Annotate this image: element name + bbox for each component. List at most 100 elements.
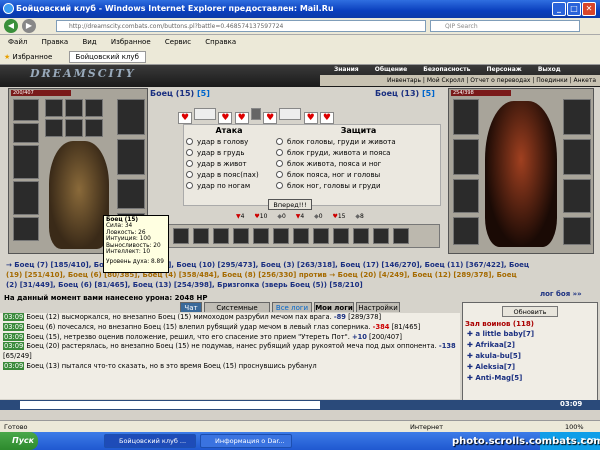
game-header: DREAMSCITY Знания Общение Безопасность П… (0, 65, 600, 87)
heart-icon[interactable]: ♥ (218, 112, 233, 124)
refresh-button[interactable]: Обновить (502, 306, 558, 317)
forward-arrow-icon[interactable]: ▶ (22, 19, 36, 33)
menu-tools[interactable]: Сервис (165, 38, 191, 46)
task-info[interactable]: Информация о Dar... (200, 434, 292, 448)
shield-slot[interactable] (117, 139, 145, 175)
url-input[interactable]: http://dreamscity.combats.com/buttons.pl… (56, 20, 426, 32)
menu-help[interactable]: Справка (205, 38, 236, 46)
ring-slot-2[interactable] (85, 99, 103, 117)
nav-exit[interactable]: Выход (538, 66, 561, 73)
slot-box[interactable] (279, 108, 302, 120)
roster-panel: Обновить Зал воинов (118) ✚ a little bab… (462, 302, 598, 402)
counter-1: 4 (240, 213, 245, 220)
skill-slot-4[interactable] (233, 228, 249, 244)
tab-my-logs[interactable]: Мои логи (314, 302, 354, 312)
amulet-slot[interactable] (45, 99, 63, 117)
skill-slot-12[interactable] (393, 228, 409, 244)
battle-log-link[interactable]: лог боя »» (540, 290, 582, 298)
skill-slot-9[interactable] (333, 228, 349, 244)
roster-item[interactable]: ✚ Aleksia[7] (467, 362, 597, 373)
bracer-slot[interactable] (13, 123, 39, 143)
maximize-button[interactable]: □ (567, 2, 581, 16)
opp-gloves-slot[interactable] (563, 99, 591, 135)
scroll-slot-1[interactable] (45, 119, 63, 137)
heart-icon[interactable]: ♥ (263, 112, 278, 124)
attack-chest-radio[interactable]: удар в грудь (186, 148, 274, 159)
block-head-radio[interactable]: блок головы, груди и живота (276, 137, 441, 148)
roster-item[interactable]: ✚ Anti-Mag[5] (467, 373, 597, 384)
skill-slot-10[interactable] (353, 228, 369, 244)
chat-input[interactable] (20, 401, 320, 409)
opp-shield-slot[interactable] (563, 139, 591, 175)
skill-slot-7[interactable] (293, 228, 309, 244)
forward-button[interactable]: Вперед!!! (268, 199, 312, 210)
belt-slot[interactable] (13, 217, 39, 241)
heart-icon[interactable]: ♥ (178, 112, 192, 124)
skill-slot-2[interactable] (193, 228, 209, 244)
tab-all-logs[interactable]: Все логи (272, 302, 312, 312)
attack-groin-radio[interactable]: удар в пояс(пах) (186, 170, 274, 181)
weapon-slot[interactable] (13, 145, 39, 179)
status-bar: Готово Интернет 100% (0, 420, 600, 432)
scroll-slot-3[interactable] (85, 119, 103, 137)
roster-item[interactable]: ✚ Afrikaa[2] (467, 340, 597, 351)
left-hp-bar: 200/407 (11, 90, 71, 96)
attack-belly-radio[interactable]: удар в живот (186, 159, 274, 170)
opp-legs-slot[interactable] (563, 179, 591, 213)
opp-armor-slot[interactable] (453, 179, 479, 213)
skill-slot-3[interactable] (213, 228, 229, 244)
heart-icon[interactable]: ♥ (234, 112, 249, 124)
block-belly-radio[interactable]: блок живота, пояса и ног (276, 159, 441, 170)
skill-slot-8[interactable] (313, 228, 329, 244)
nav-knowledge[interactable]: Знания (334, 66, 359, 73)
opp-helmet-slot[interactable] (453, 99, 479, 135)
slot-box[interactable] (194, 108, 217, 120)
players-line-1[interactable]: → Боец (7) [185/410], Боец (...) [200/40… (6, 260, 600, 270)
legs-slot[interactable] (117, 179, 145, 209)
menu-favorites[interactable]: Избранное (111, 38, 151, 46)
opp-weapon-slot[interactable] (453, 139, 479, 175)
favorites-button[interactable]: Избранное (13, 53, 53, 61)
block-chest-radio[interactable]: блок груди, живота и пояса (276, 148, 441, 159)
players-line-3[interactable]: (2) [31/449], Боец (6) [81/465], Боец (1… (6, 280, 600, 290)
menu-edit[interactable]: Правка (42, 38, 69, 46)
gloves-slot[interactable] (117, 99, 145, 135)
counter-4: 4 (300, 213, 305, 220)
armor-slot[interactable] (13, 181, 39, 215)
opp-boots-slot[interactable] (563, 217, 591, 245)
back-arrow-icon[interactable]: ◀ (4, 19, 18, 33)
skill-slot-1[interactable] (173, 228, 189, 244)
tab-bk[interactable]: Бойцовский клуб (68, 51, 146, 63)
tab-system[interactable]: Системные сообщения (204, 302, 270, 322)
skill-slot-6[interactable] (273, 228, 289, 244)
block-legs-radio[interactable]: блок ног, головы и груди (276, 181, 441, 192)
tab-settings[interactable]: Настройки (356, 302, 400, 312)
sub-nav[interactable]: Инвентарь | Мой Скролл | Отчет о перевод… (320, 75, 600, 86)
minimize-button[interactable]: _ (552, 2, 566, 16)
attack-legs-radio[interactable]: удар по ногам (186, 181, 274, 192)
scroll-slot-2[interactable] (65, 119, 83, 137)
attack-head-radio[interactable]: удар в голову (186, 137, 274, 148)
opp-belt-slot[interactable] (453, 217, 479, 245)
window-title: Бойцовский клуб - Windows Internet Explo… (16, 4, 334, 13)
block-belt-radio[interactable]: блок пояса, ног и головы (276, 170, 441, 181)
task-combats[interactable]: Бойцовский клуб ... (104, 434, 196, 448)
heart-icon[interactable]: ♥ (303, 112, 318, 124)
roster-item[interactable]: ✚ akula-bu[5] (467, 351, 597, 362)
nav-communication[interactable]: Общение (375, 66, 407, 73)
menu-file[interactable]: Файл (8, 38, 27, 46)
roster-item[interactable]: ✚ a little baby[7] (467, 329, 597, 340)
tab-chat[interactable]: Чат (180, 302, 202, 312)
skill-slot-11[interactable] (373, 228, 389, 244)
close-button[interactable]: ✕ (582, 2, 596, 16)
nav-character[interactable]: Персонаж (486, 66, 521, 73)
search-input[interactable]: QIP Search (430, 20, 580, 32)
menu-view[interactable]: Вид (82, 38, 96, 46)
nav-security[interactable]: Безопасность (423, 66, 470, 73)
players-line-2[interactable]: (19) [251/410], Боец (6) [80/385], Боец … (6, 270, 600, 280)
helmet-slot[interactable] (13, 99, 39, 121)
heart-icon[interactable]: ♥ (319, 112, 334, 124)
ring-slot-1[interactable] (65, 99, 83, 117)
skill-slot-5[interactable] (253, 228, 269, 244)
start-button[interactable]: Пуск (0, 432, 38, 450)
